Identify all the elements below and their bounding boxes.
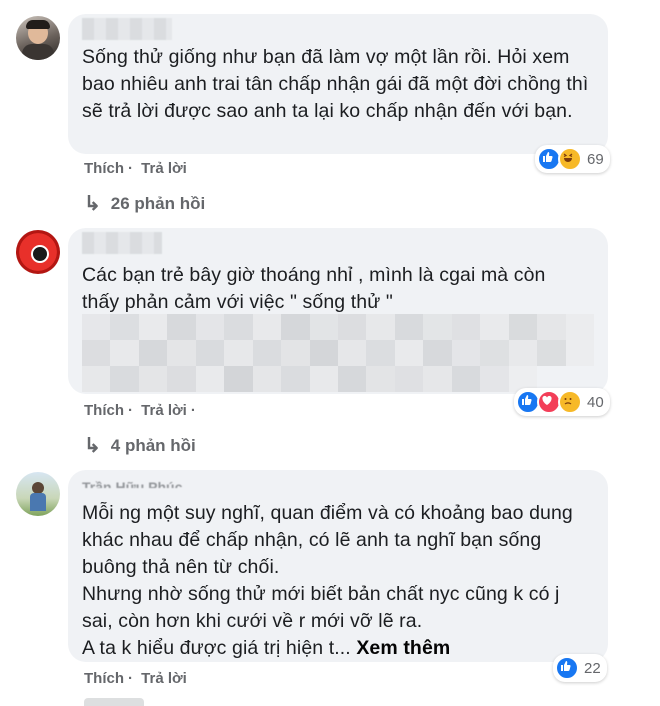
reaction-count: 40 <box>587 393 604 411</box>
reaction-summary[interactable]: 69 <box>535 145 610 173</box>
dot-separator: · <box>128 670 133 687</box>
author-name-blurred[interactable] <box>82 18 172 40</box>
like-icon <box>555 656 579 680</box>
comment-bubble: Trần Hữu Phúc Mỗi ng một suy nghĩ, quan … <box>68 470 608 662</box>
comment-text: Sống thử giống như bạn đã làm vợ một lần… <box>82 46 589 122</box>
replies-count-label: 26 phản hồi <box>110 193 206 213</box>
replies-count-label: 4 phản hồi <box>110 435 196 455</box>
reply-arrow-icon: ↳ <box>84 193 101 215</box>
reply-link[interactable]: Trả lời <box>141 160 187 177</box>
view-replies-link[interactable]: ↳ 4 phản hồi <box>84 433 196 458</box>
like-link[interactable]: Thích <box>84 402 124 419</box>
comment-line-2: thấy phản cảm với việc " sống thử " <box>82 291 393 313</box>
view-replies-link[interactable]: ↳ 26 phản hồi <box>84 191 205 216</box>
dot-separator: · <box>128 402 133 419</box>
next-row-cutoff <box>84 698 144 706</box>
comment-text: Mỗi ng một suy nghĩ, quan điểm và có kho… <box>82 500 592 662</box>
comment-bubble: Các bạn trẻ bây giờ thoáng nhỉ , mình là… <box>68 228 608 394</box>
author-name-partial[interactable]: Trần Hữu Phúc <box>82 476 202 488</box>
reply-link[interactable]: Trả lời <box>141 402 187 419</box>
dot-separator: · <box>128 160 133 177</box>
like-link[interactable]: Thích <box>84 670 124 687</box>
comment-text: Các bạn trẻ bây giờ thoáng nhỉ , mình là… <box>82 262 592 316</box>
reply-arrow-icon: ↳ <box>84 435 101 457</box>
sad-icon <box>558 390 582 414</box>
author-name-blurred[interactable] <box>82 232 162 254</box>
dot-separator: · <box>190 402 196 419</box>
pixelated-text <box>82 314 594 392</box>
reaction-summary[interactable]: 22 <box>553 654 607 682</box>
avatar[interactable] <box>16 472 60 516</box>
reaction-count: 22 <box>584 659 601 677</box>
like-link[interactable]: Thích <box>84 160 124 177</box>
avatar[interactable] <box>16 230 60 274</box>
comment-bubble: Sống thử giống như bạn đã làm vợ một lần… <box>68 14 608 154</box>
comment-actions: Thích · Trả lời <box>84 670 191 687</box>
haha-icon <box>558 147 582 171</box>
see-more-link[interactable]: Xem thêm <box>356 637 450 659</box>
reaction-count: 69 <box>587 150 604 168</box>
comment-paragraph-2: Nhưng nhờ sống thử mới biết bản chất nyc… <box>82 583 560 632</box>
comment-line-1: Các bạn trẻ bây giờ thoáng nhỉ , mình là… <box>82 264 546 286</box>
comment-paragraph-1: Mỗi ng một suy nghĩ, quan điểm và có kho… <box>82 502 573 578</box>
reply-link[interactable]: Trả lời <box>141 670 187 687</box>
comment-actions: Thích · Trả lời <box>84 160 191 177</box>
comment-actions: Thích · Trả lời · <box>84 402 200 419</box>
comment-paragraph-3: A ta k hiểu được giá trị hiện t... Xem t… <box>82 637 451 659</box>
reaction-summary[interactable]: 40 <box>514 388 610 416</box>
avatar[interactable] <box>16 16 60 60</box>
